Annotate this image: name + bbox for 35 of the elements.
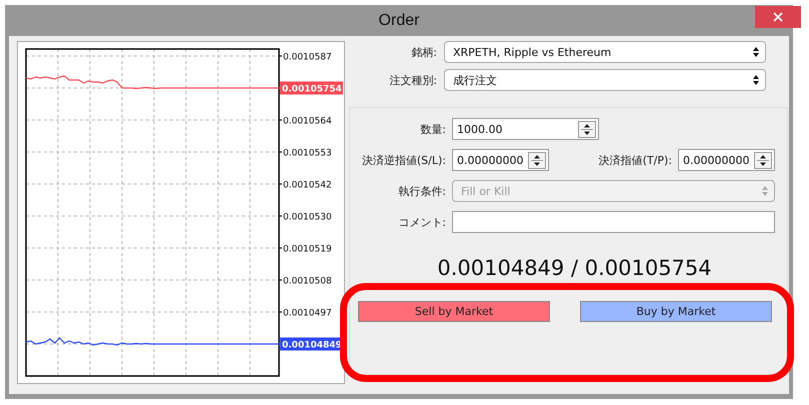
axis-label: 0.0010497	[278, 308, 332, 318]
field-label: 銘柄:	[410, 44, 437, 60]
buy-button[interactable]: Buy by Market	[580, 301, 772, 322]
axis-label: 0.0010564	[278, 116, 332, 126]
stop-loss-field[interactable]: 0.00000000	[452, 149, 549, 171]
close-icon	[773, 12, 783, 22]
symbol-select[interactable]: XRPETH, Ripple vs Ethereum	[444, 41, 766, 63]
field-label: 数量:	[419, 122, 446, 136]
axis-label: 0.0010587	[278, 52, 332, 62]
axis-label: 0.0010530	[278, 212, 332, 222]
axis-label: 0.0010542	[278, 180, 332, 190]
close-button[interactable]	[755, 6, 801, 28]
sell-button[interactable]: Sell by Market	[358, 301, 550, 322]
volume-field[interactable]: 1000.00	[452, 118, 599, 140]
take-profit-field[interactable]: 0.00000000	[678, 149, 775, 171]
field-label: 注文種別:	[388, 72, 437, 88]
bid-ask-price: 0.00104849 / 0.00105754	[436, 256, 712, 280]
axis-label: 0.0010508	[278, 276, 332, 286]
axis-label: 0.0010553	[278, 148, 332, 158]
field-label: 執行条件:	[397, 184, 446, 198]
field-label: 決済指値(T/P):	[598, 152, 672, 168]
axis-label: 0.0010519	[278, 244, 332, 254]
updown-arrows-icon	[762, 186, 768, 196]
price-tag: 0.00104849	[280, 338, 343, 350]
field-label: コメント:	[397, 214, 446, 230]
window-title: Order	[378, 12, 420, 30]
comment-field[interactable]	[452, 211, 775, 233]
order-type-select[interactable]: 成行注文	[444, 69, 766, 91]
spinner-arrows-icon[interactable]	[578, 120, 596, 138]
updown-arrows-icon	[753, 75, 759, 85]
spinner-arrows-icon[interactable]	[754, 152, 772, 168]
price-tag: 0.00105754	[280, 82, 343, 94]
spinner-arrows-icon[interactable]	[528, 152, 546, 168]
field-label: 決済逆指値(S/L):	[360, 152, 446, 168]
updown-arrows-icon	[753, 47, 759, 57]
